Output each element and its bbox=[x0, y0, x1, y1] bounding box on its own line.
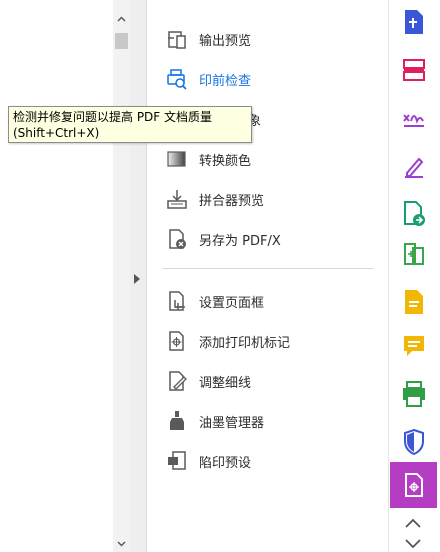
tool-save-as-pdfx[interactable]: 另存为 PDF/X bbox=[148, 222, 388, 256]
scan-ocr-icon bbox=[402, 381, 425, 407]
tool-ink-manager[interactable]: 油墨管理器 bbox=[148, 404, 388, 438]
panel-divider bbox=[162, 268, 374, 269]
tools-rail bbox=[389, 0, 440, 552]
tool-label: 拼合器预览 bbox=[199, 194, 265, 209]
expand-arrow-icon[interactable] bbox=[134, 274, 140, 284]
tool-trap-presets[interactable]: 陷印预设 bbox=[148, 444, 388, 478]
print-production-panel: 输出预览 印前检查 象 转换颜色 拼合器预览 另存为 PDF/X 设置页面框 添… bbox=[148, 0, 388, 552]
tooltip-shortcut: (Shift+Ctrl+X) bbox=[13, 126, 100, 140]
scrollbar-thumb[interactable] bbox=[115, 33, 128, 49]
rail-print-production[interactable] bbox=[390, 462, 437, 508]
panel-collapse-strip[interactable] bbox=[130, 0, 147, 552]
export-pdf-icon bbox=[404, 10, 423, 34]
rail-sign[interactable] bbox=[390, 148, 437, 184]
tool-label: 另存为 PDF/X bbox=[199, 234, 281, 249]
tool-label: 陷印预设 bbox=[199, 456, 252, 471]
tool-set-page-boxes[interactable]: 设置页面框 bbox=[148, 284, 388, 318]
organize-pages-icon bbox=[402, 59, 425, 81]
document-scrollbar[interactable] bbox=[113, 0, 130, 552]
app-window: 输出预览 印前检查 象 转换颜色 拼合器预览 另存为 PDF/X 设置页面框 添… bbox=[0, 0, 440, 552]
tool-label: 添加打印机标记 bbox=[199, 336, 291, 351]
tool-label: 调整细线 bbox=[199, 376, 252, 391]
rail-organize-pages[interactable] bbox=[390, 52, 437, 88]
rail-protect[interactable] bbox=[390, 424, 437, 460]
tool-label: 印前检查 bbox=[199, 74, 252, 89]
tool-label: 转换颜色 bbox=[199, 154, 252, 169]
trap-presets-icon bbox=[168, 451, 186, 470]
scroll-up-icon[interactable] bbox=[113, 12, 130, 29]
tooltip-text: 检测并修复问题以提高 PDF 文档质量 bbox=[13, 110, 213, 124]
tool-preflight[interactable]: 印前检查 bbox=[148, 62, 388, 96]
output-preview-icon bbox=[168, 31, 186, 49]
rail-fill-sign[interactable] bbox=[390, 100, 437, 136]
rail-scroll-down-icon[interactable] bbox=[403, 537, 423, 549]
protect-icon bbox=[403, 428, 424, 456]
rail-export-pdf[interactable] bbox=[390, 4, 437, 40]
preflight-tooltip: 检测并修复问题以提高 PDF 文档质量 (Shift+Ctrl+X) bbox=[8, 106, 252, 143]
rail-comment[interactable] bbox=[390, 284, 437, 320]
scroll-down-icon[interactable] bbox=[113, 537, 130, 552]
rail-send-for-review[interactable] bbox=[390, 196, 437, 232]
tool-output-preview[interactable]: 输出预览 bbox=[148, 22, 388, 56]
tool-label: 设置页面框 bbox=[199, 296, 265, 311]
save-pdfx-icon bbox=[169, 229, 186, 249]
send-for-review-icon bbox=[403, 201, 425, 226]
fill-sign-icon bbox=[402, 114, 424, 127]
tool-convert-colors[interactable]: 转换颜色 bbox=[148, 142, 388, 176]
sticky-note-icon bbox=[403, 336, 424, 356]
tool-add-printer-marks[interactable]: 添加打印机标记 bbox=[148, 324, 388, 358]
flattener-icon bbox=[167, 190, 187, 209]
tool-fix-hairlines[interactable]: 调整细线 bbox=[148, 364, 388, 398]
tool-flattener-preview[interactable]: 拼合器预览 bbox=[148, 182, 388, 216]
hairlines-icon bbox=[169, 371, 187, 391]
printer-marks-icon bbox=[169, 331, 184, 351]
convert-colors-icon bbox=[167, 151, 186, 167]
tool-label: 输出预览 bbox=[199, 34, 252, 49]
sign-icon bbox=[404, 157, 423, 178]
rail-sticky-note[interactable] bbox=[390, 328, 437, 364]
comment-icon bbox=[404, 290, 423, 314]
ink-manager-icon bbox=[170, 411, 184, 430]
preflight-icon bbox=[167, 69, 187, 90]
page-boxes-icon bbox=[169, 291, 185, 311]
print-production-icon bbox=[404, 473, 423, 497]
rail-compress[interactable] bbox=[390, 236, 437, 272]
rail-scan-ocr[interactable] bbox=[390, 376, 437, 412]
compress-icon bbox=[403, 243, 424, 265]
tool-label: 油墨管理器 bbox=[199, 416, 265, 431]
rail-scroll-up-icon[interactable] bbox=[403, 517, 423, 529]
